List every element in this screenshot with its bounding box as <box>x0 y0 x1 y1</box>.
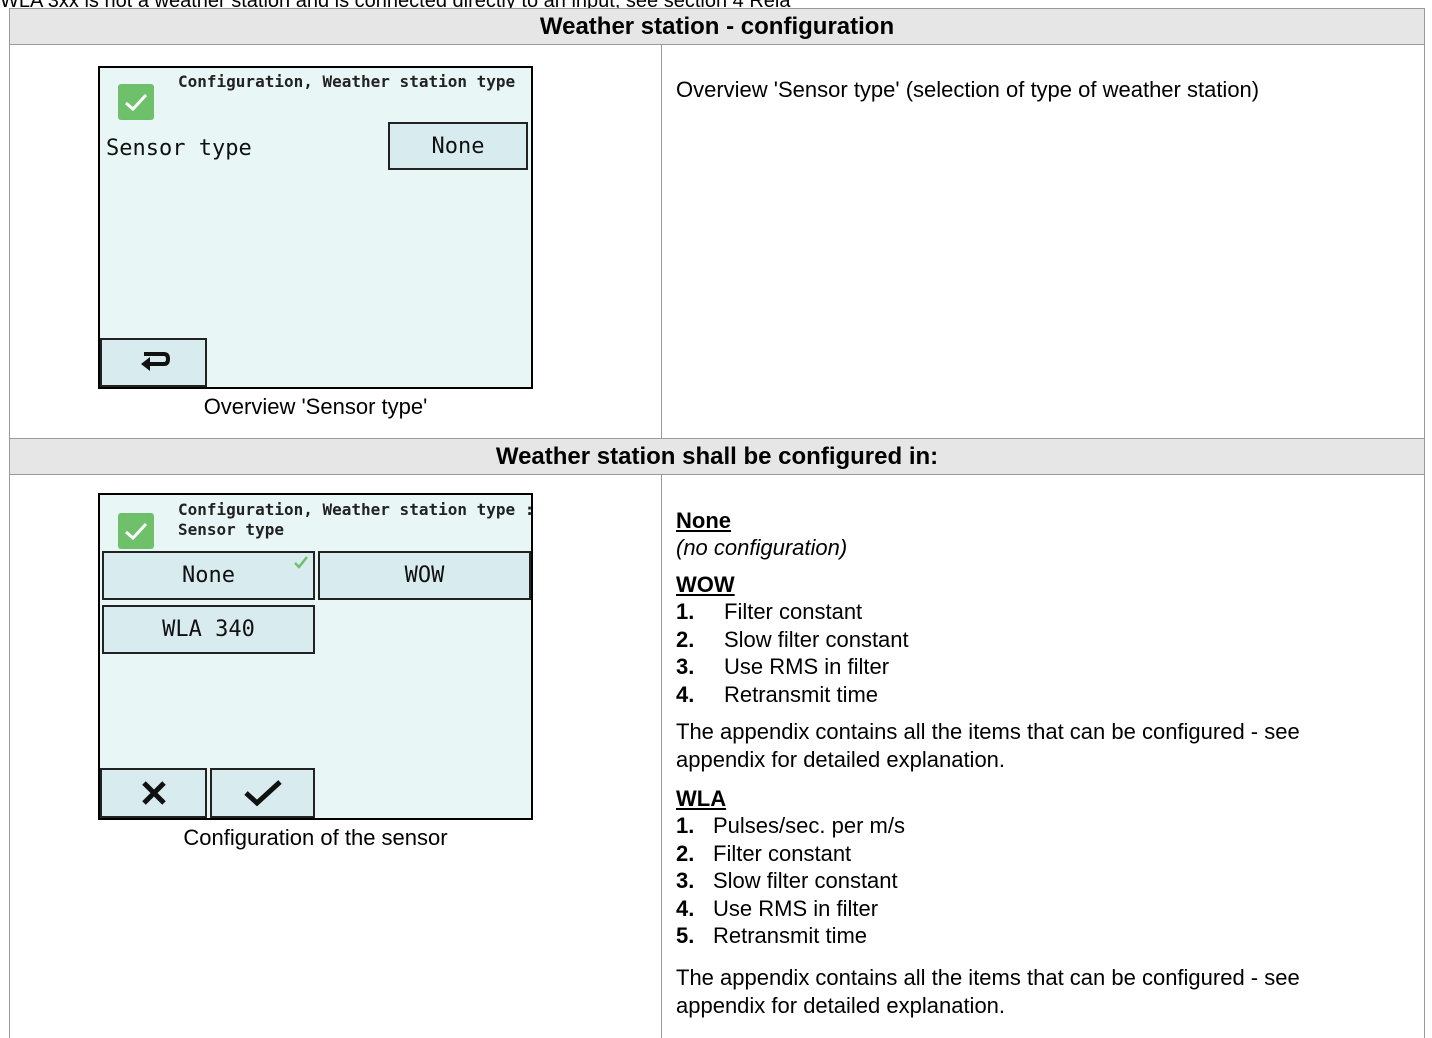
confirm-button[interactable] <box>210 768 315 818</box>
none-note: (no configuration) <box>676 535 848 560</box>
section-header-configured-in: Weather station shall be configured in: <box>10 438 1424 475</box>
configuration-details: None (no configuration) WOW 1. Filter con… <box>676 508 1416 1020</box>
caption-overview: Overview 'Sensor type' <box>203 394 428 419</box>
caption-configuration: Configuration of the sensor <box>183 825 448 850</box>
section-header-configuration: Weather station - configuration <box>10 8 1424 45</box>
list-item: 1. Filter constant <box>676 599 863 624</box>
none-heading: None <box>676 508 731 533</box>
wla-items: 1. Pulses/sec. per m/s 2. Filter constant … <box>676 812 1416 950</box>
overview-description: Overview 'Sensor type' (selection of typ… <box>676 77 1260 102</box>
list-item: 4. Use RMS in filter <box>676 895 879 921</box>
list-item: 3. Slow filter constant <box>676 868 898 893</box>
option-wow-button[interactable]: WOW <box>318 551 531 600</box>
close-icon <box>141 781 166 805</box>
screen-title: Configuration, Weather station type <box>178 72 516 91</box>
list-item: 2. Filter constant <box>676 840 852 866</box>
wla-heading: WLA <box>676 786 727 811</box>
list-item: 1. Pulses/sec. per m/s <box>676 813 905 838</box>
list-item: 5. Retransmit time <box>676 923 868 948</box>
list-item: 4. Retransmit time <box>676 681 879 707</box>
option-none-label: None <box>182 563 235 588</box>
screen-title-line2: Sensor type <box>178 520 284 539</box>
return-icon <box>140 351 170 371</box>
sensor-type-value-button[interactable]: None <box>388 122 528 170</box>
cancel-button[interactable] <box>100 768 207 818</box>
config-table: Weather station - configuration Configur… <box>9 8 1425 1038</box>
checkbox-icon <box>118 84 154 120</box>
device-screen-overview: Configuration, Weather station type Sens… <box>98 66 533 389</box>
wow-appendix-note: The appendix contains all the items that… <box>676 719 1300 772</box>
list-item: 2. Slow filter constant <box>676 626 909 652</box>
checkbox-icon <box>118 513 154 549</box>
wla-appendix-note: The appendix contains all the items that… <box>676 964 1300 1018</box>
sensor-type-label: Sensor type <box>106 136 252 161</box>
option-wla340-button[interactable]: WLA 340 <box>102 605 315 654</box>
option-none-button[interactable]: None <box>102 551 315 600</box>
back-button[interactable] <box>100 338 207 387</box>
selected-check-icon <box>294 556 308 569</box>
checkmark-icon <box>243 780 282 807</box>
device-screen-sensor-type: Configuration, Weather station type : Se… <box>98 493 535 820</box>
screen-title-line1: Configuration, Weather station type : <box>178 500 535 519</box>
wow-heading: WOW <box>676 572 735 597</box>
wow-items: 1. Filter constant 2. Slow filter constant… <box>676 598 1416 708</box>
list-item: 3. Use RMS in filter <box>676 654 890 679</box>
